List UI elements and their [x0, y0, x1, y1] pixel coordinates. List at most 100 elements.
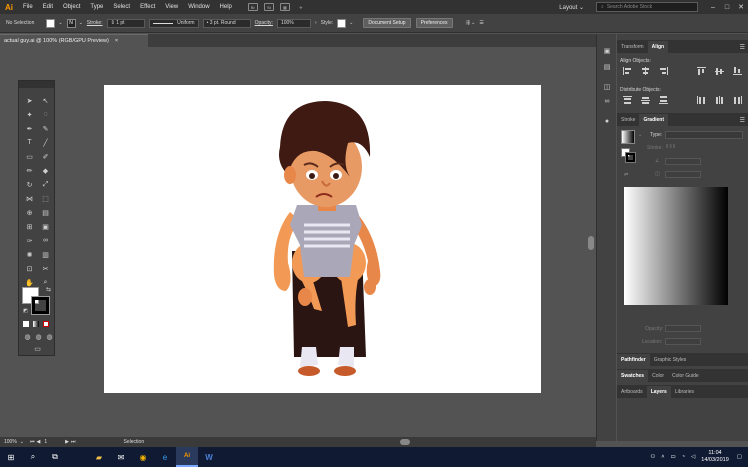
fill-dropdown-icon[interactable]: ⌄ — [58, 20, 62, 26]
stroke-label[interactable]: Stroke: — [87, 20, 103, 26]
tab-transform[interactable]: Transform — [617, 41, 648, 53]
stroke-swatch[interactable]: N — [66, 18, 76, 28]
distribute-vertical-center-icon[interactable] — [641, 96, 650, 104]
column-graph-tool-icon[interactable]: ▥ — [40, 249, 51, 260]
menu-edit[interactable]: Edit — [43, 4, 53, 10]
shape-builder-tool-icon[interactable]: ⊕ — [24, 207, 35, 218]
aspect-ratio-field[interactable] — [665, 171, 701, 178]
distribute-left-icon[interactable] — [697, 96, 706, 104]
eraser-tool-icon[interactable]: ◆ — [40, 165, 51, 176]
previous-artboard-icon[interactable]: ◀ — [37, 439, 41, 445]
type-tool-icon[interactable]: T — [24, 137, 35, 148]
symbol-sprayer-tool-icon[interactable]: ✺ — [24, 249, 35, 260]
zoom-level[interactable]: 100% — [4, 439, 17, 445]
angle-field[interactable] — [665, 158, 701, 165]
minimize-icon[interactable]: – — [706, 4, 720, 11]
menu-select[interactable]: Select — [113, 4, 130, 10]
gradient-menu-icon[interactable]: ☰ — [740, 117, 745, 124]
distribute-right-icon[interactable] — [733, 96, 742, 104]
menu-type[interactable]: Type — [90, 4, 103, 10]
align-right-icon[interactable] — [659, 67, 668, 75]
fill-swatch[interactable] — [46, 18, 56, 28]
status-mode[interactable]: Selection — [124, 439, 145, 445]
gradient-stroke-swatch[interactable] — [625, 152, 636, 163]
none-mode-icon[interactable] — [43, 321, 49, 327]
maximize-icon[interactable]: □ — [720, 4, 734, 11]
windows-start-icon[interactable]: ⊞ — [0, 447, 22, 467]
default-fill-stroke-icon[interactable]: ◩ — [20, 305, 31, 316]
style-dropdown-icon[interactable]: ⌄ — [349, 20, 353, 26]
magic-wand-icon[interactable]: ✦ — [24, 109, 35, 120]
gradient-thumbnail-dropdown-icon[interactable]: ⌄ — [638, 132, 642, 138]
next-artboard-icon[interactable]: ▶ — [65, 439, 69, 445]
first-artboard-icon[interactable]: ⏮ — [30, 439, 35, 445]
transparency-icon[interactable]: ◫ — [601, 82, 613, 92]
tools-panel-grip[interactable] — [19, 81, 54, 88]
direct-selection-tool-icon[interactable]: ↖ — [40, 95, 51, 106]
gradient-type-dropdown[interactable] — [665, 131, 743, 139]
opacity-dropdown-icon[interactable]: › — [315, 20, 317, 26]
draw-behind-icon[interactable]: ◍ — [33, 331, 44, 342]
perspective-grid-tool-icon[interactable]: ▤ — [40, 207, 51, 218]
gpu-performance-icon[interactable]: ✈ — [296, 3, 306, 11]
volume-icon[interactable]: ◁ — [691, 454, 695, 460]
stroke-gradient-options-icon[interactable]: ⫴ ⫴ ⫴ — [666, 144, 675, 150]
style-swatch[interactable] — [337, 18, 347, 28]
artboard[interactable] — [104, 85, 541, 393]
zoom-dropdown-icon[interactable]: ⌄ — [20, 439, 24, 445]
panel-menu-icon[interactable]: ☰ — [740, 44, 745, 51]
opacity-label[interactable]: Opacity: — [255, 20, 273, 26]
opacity-field[interactable]: 100% — [276, 18, 311, 28]
bridge-button[interactable]: Br — [247, 3, 258, 11]
gradient-opacity-field[interactable] — [665, 325, 701, 332]
pen-tool-icon[interactable]: ✒ — [24, 123, 35, 134]
appearance-icon[interactable]: ● — [601, 116, 613, 126]
stroke-weight-field[interactable]: ⇕ 1 pt — [106, 18, 145, 28]
menu-help[interactable]: Help — [220, 4, 232, 10]
screen-mode-icon[interactable]: ▭ — [32, 343, 43, 354]
arrange-documents-icon[interactable]: ▦ — [279, 3, 290, 11]
menu-file[interactable]: File — [23, 4, 33, 10]
artboard-number[interactable]: 1 — [44, 439, 47, 445]
close-tab-icon[interactable]: × — [115, 38, 118, 44]
slice-tool-icon[interactable]: ✂ — [40, 263, 51, 274]
distribute-top-icon[interactable] — [623, 96, 632, 104]
menu-view[interactable]: View — [165, 4, 178, 10]
draw-inside-icon[interactable]: ◍ — [44, 331, 55, 342]
brush-definition[interactable]: • 3 pt. Round — [202, 18, 251, 28]
drawing-mode-icon[interactable]: ◍ — [22, 331, 33, 342]
stock-button[interactable]: St — [263, 3, 274, 11]
blend-tool-icon[interactable]: ∞ — [40, 235, 51, 246]
tab-color[interactable]: Color — [648, 370, 668, 382]
menu-window[interactable]: Window — [188, 4, 209, 10]
stroke-dropdown-icon[interactable]: ⌄ — [79, 20, 83, 26]
tab-stroke[interactable]: Stroke — [617, 114, 639, 126]
gradient-location-field[interactable] — [665, 338, 701, 345]
mail-icon[interactable]: ✉ — [110, 447, 132, 467]
character-illustration[interactable] — [104, 85, 541, 393]
tab-pathfinder[interactable]: Pathfinder — [617, 354, 650, 366]
layout-dropdown[interactable]: Layout ⌄ — [559, 4, 584, 11]
tab-color-guide[interactable]: Color Guide — [668, 370, 703, 382]
swap-fill-stroke-icon[interactable]: ⇆ — [43, 284, 54, 295]
gradient-preview[interactable] — [624, 187, 728, 305]
artboard-tool-icon[interactable]: ⊡ — [24, 263, 35, 274]
close-icon[interactable]: ✕ — [734, 3, 748, 11]
links-icon[interactable]: ∞ — [601, 96, 613, 106]
document-setup-button[interactable]: Document Setup — [363, 18, 411, 28]
paintbrush-tool-icon[interactable]: ✐ — [40, 151, 51, 162]
mesh-tool-icon[interactable]: ⊞ — [24, 221, 35, 232]
people-icon[interactable]: ⚇ — [650, 454, 655, 460]
align-vertical-center-icon[interactable] — [715, 67, 724, 75]
tab-libraries[interactable]: Libraries — [671, 386, 698, 398]
scale-tool-icon[interactable]: ⤢ — [40, 179, 51, 190]
selection-tool-icon[interactable]: ➤ — [24, 95, 35, 106]
tab-artboards[interactable]: Artboards — [617, 386, 647, 398]
vertical-scrollbar-thumb[interactable] — [588, 236, 594, 250]
distribute-bottom-icon[interactable] — [659, 96, 668, 104]
tab-align[interactable]: Align — [647, 41, 669, 53]
line-tool-icon[interactable]: ╱ — [40, 137, 51, 148]
show-hidden-icons[interactable]: ˄ — [661, 454, 664, 460]
arrange-icon[interactable]: ⇶ ⌄ — [466, 20, 476, 26]
search-icon[interactable]: ⌕ — [22, 447, 44, 467]
